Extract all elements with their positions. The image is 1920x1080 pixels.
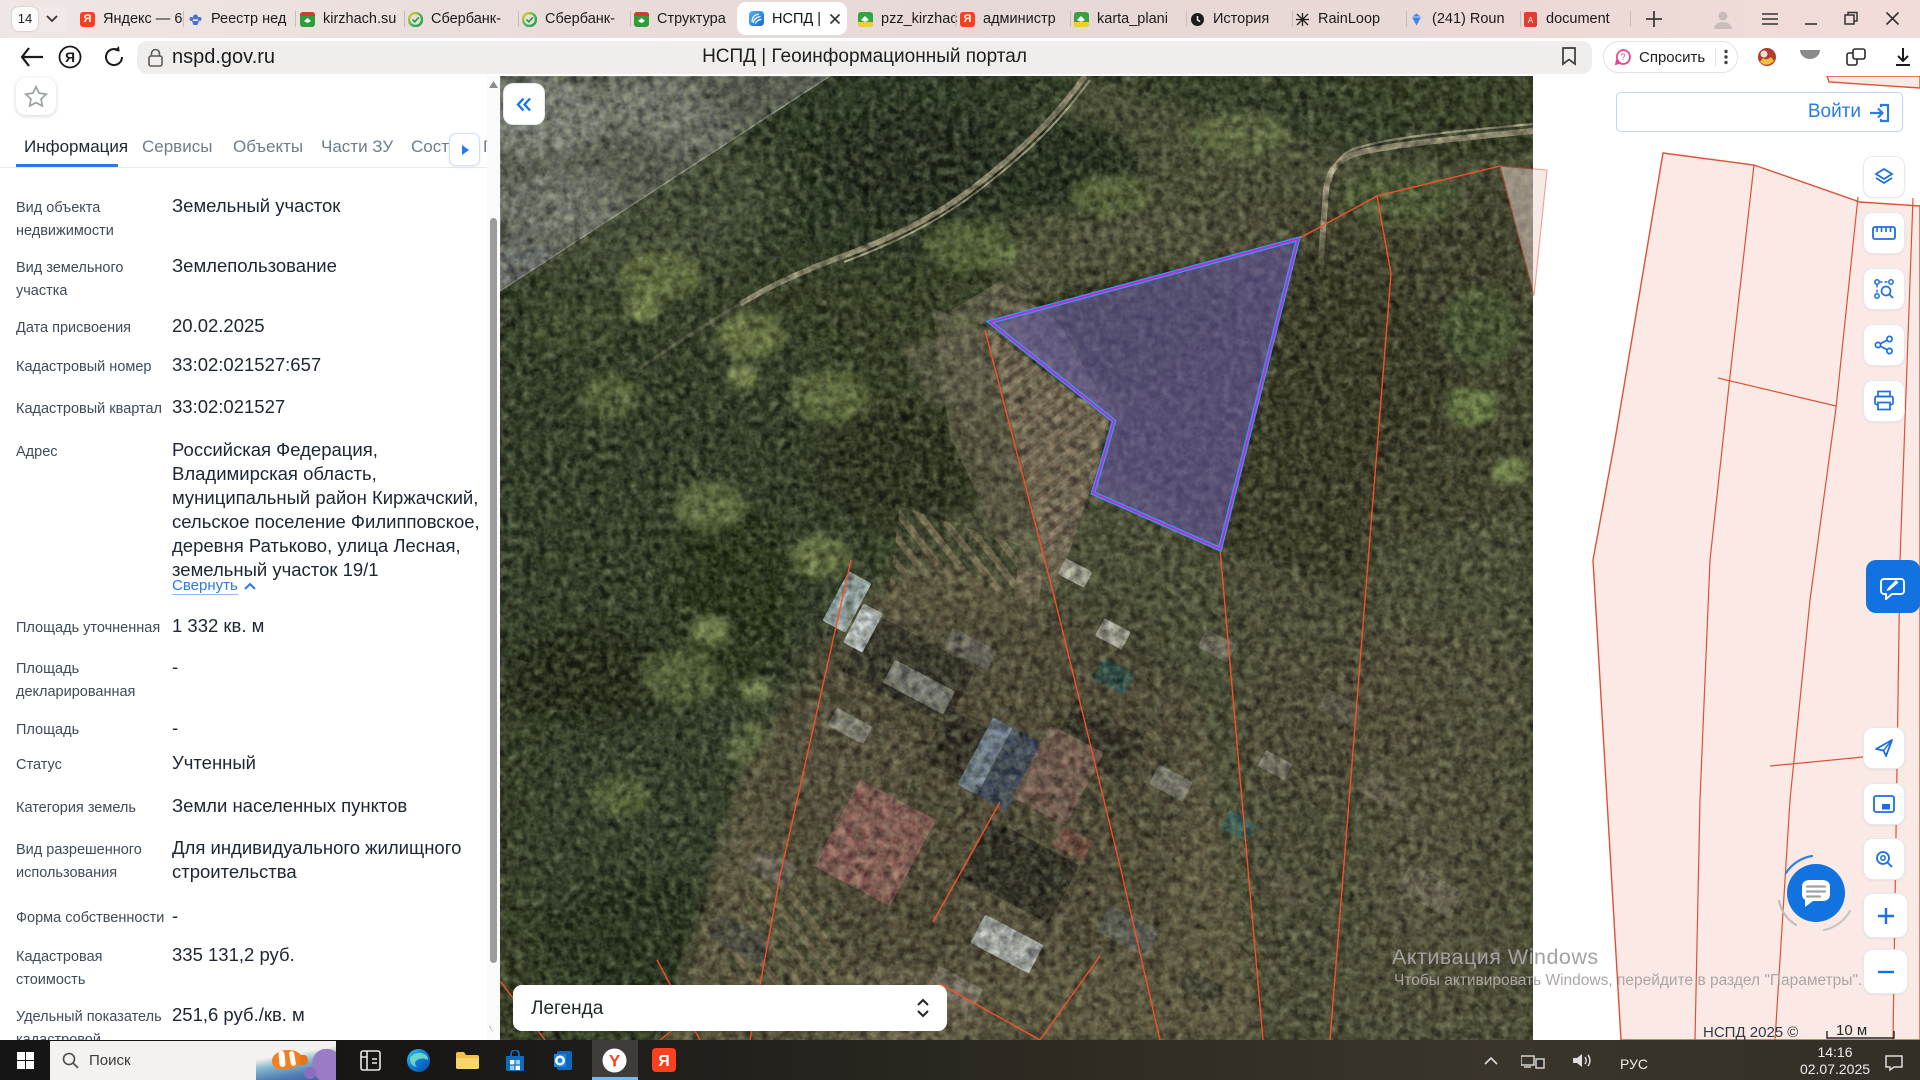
svg-text:Я: Я: [65, 49, 75, 65]
svg-text:Я: Я: [658, 1053, 670, 1070]
svg-text:A: A: [1528, 16, 1534, 25]
svg-text:?: ?: [1620, 52, 1625, 62]
svg-text:Y: Y: [609, 1052, 621, 1071]
